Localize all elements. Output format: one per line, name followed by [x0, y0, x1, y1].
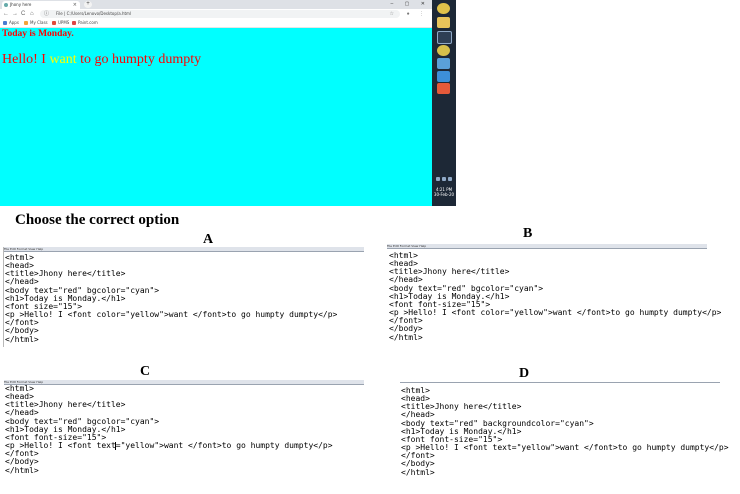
forward-icon[interactable]: → [12, 9, 18, 19]
yellow-word: want [49, 52, 77, 67]
window-controls[interactable]: – ▢ ✕ [391, 0, 430, 9]
bookmark-icon [52, 21, 56, 25]
browser-tab[interactable]: Jhony here × [2, 1, 80, 9]
option-c-code: <html> <head> <title>Jhony here</title> … [5, 384, 333, 475]
tab-bar: Jhony here × + – ▢ ✕ [0, 0, 432, 9]
chrome-icon[interactable] [437, 45, 450, 56]
reload-icon[interactable]: C [21, 9, 25, 19]
bookmark-icon [24, 21, 28, 25]
apps-icon [3, 21, 7, 25]
speedometer-icon[interactable] [437, 31, 452, 44]
option-a-border [3, 247, 4, 347]
windows-icon[interactable] [437, 71, 450, 82]
address-bar[interactable]: ⓘ File | C:/Users/Lenovo/Desktop/a.html … [40, 10, 400, 18]
bookmark-star-icon[interactable]: ☆ [390, 10, 394, 18]
option-a-code: <html> <head> <title>Jhony here</title> … [5, 253, 338, 344]
bookmark-upms[interactable]: UPMS [52, 19, 69, 27]
option-b-code: <html> <head> <title>Jhony here</title> … [389, 251, 722, 342]
windows-taskbar: 4:21 PM 30-Feb-20 [432, 0, 456, 206]
folder-icon[interactable] [437, 17, 450, 28]
option-b-label: B [523, 226, 533, 241]
option-d-label: D [519, 366, 530, 381]
option-a-label: A [203, 232, 214, 247]
site-info-icon[interactable]: ⓘ [44, 10, 49, 18]
bookmark-icon [72, 21, 76, 25]
option-d-menubar [400, 382, 720, 383]
tab-title: Jhony here [10, 2, 32, 7]
volume-icon[interactable] [442, 177, 446, 181]
back-icon[interactable]: ← [3, 9, 9, 19]
network-icon[interactable] [436, 177, 440, 181]
page-favicon-icon [4, 3, 8, 7]
paint-icon[interactable] [437, 83, 450, 94]
option-a-menubar: File Edit Format View Help [4, 247, 364, 252]
address-text: File | C:/Users/Lenovo/Desktop/a.html [56, 11, 132, 16]
option-d-code: <html> <head> <title>Jhony here</title> … [401, 386, 729, 477]
chrome-icon[interactable] [437, 3, 450, 14]
new-tab-button[interactable]: + [84, 1, 92, 8]
taskbar-clock[interactable]: 4:21 PM 30-Feb-20 [433, 187, 455, 197]
profile-menu-icons[interactable]: ● ⋮ [407, 9, 428, 19]
people-icon[interactable] [437, 58, 450, 69]
browser-screenshot: Jhony here × + – ▢ ✕ ← → C ⌂ ⓘ File | C:… [0, 0, 456, 206]
bookmark-my-class[interactable]: My Class [24, 19, 48, 27]
question-text: Choose the correct option [15, 212, 180, 228]
page-heading: Today is Monday. [2, 29, 74, 39]
page-viewport: Today is Monday. Hello! I want to go hum… [0, 28, 432, 206]
close-tab-icon[interactable]: × [73, 1, 77, 9]
battery-icon[interactable] [448, 177, 452, 181]
option-c-label: C [140, 364, 151, 379]
home-icon[interactable]: ⌂ [30, 9, 34, 19]
bookmarks-bar: Apps My Class UPMS Paint.com [0, 19, 432, 28]
bookmark-apps[interactable]: Apps [3, 19, 19, 27]
page-paragraph: Hello! I want to go humpty dumpty [2, 52, 202, 67]
option-b-menubar: File Edit Format View Help [387, 244, 707, 249]
bookmark-paint[interactable]: Paint.com [72, 19, 98, 27]
